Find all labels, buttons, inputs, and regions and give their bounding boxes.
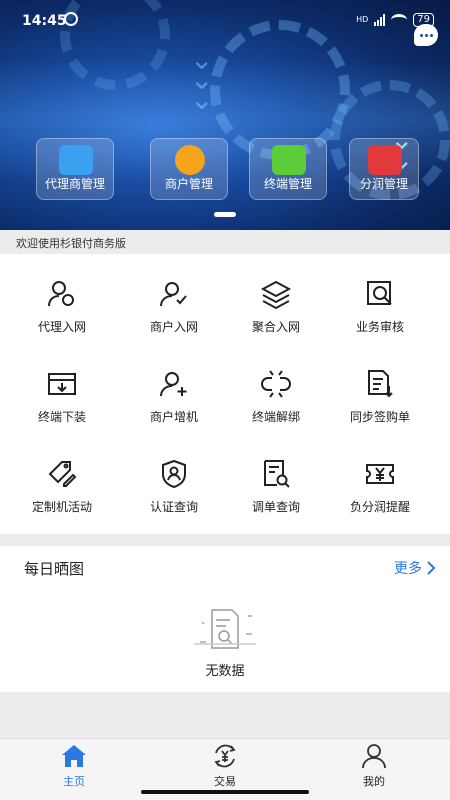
empty-data-icon xyxy=(194,609,256,649)
home-indicator[interactable] xyxy=(141,790,309,794)
signal-icon xyxy=(374,14,386,26)
agent-onboard-icon xyxy=(48,281,74,307)
grid-item-terminal-download[interactable]: 终端下装 xyxy=(6,344,118,434)
grid-item-merchant-onboard[interactable]: 商户入网 xyxy=(118,254,230,344)
document-search-icon xyxy=(264,460,290,488)
function-grid: 代理入网 商户入网 聚合入网 业务审核 终端下装 商户增机 终端解绑 同步签购单… xyxy=(0,254,450,534)
terminal-icon xyxy=(272,145,306,175)
grid-item-auth-query[interactable]: 认证查询 xyxy=(118,434,230,524)
tab-profile[interactable]: 我的 xyxy=(334,743,414,795)
more-link[interactable]: 更多 xyxy=(394,558,436,578)
profit-icon xyxy=(368,145,402,175)
banner-tile-profit[interactable]: 分润管理 xyxy=(349,138,419,200)
status-time: 14:45 xyxy=(22,13,67,29)
yen-exchange-icon xyxy=(214,744,236,768)
chevrons-decoration: ⌄ ⌄ ⌄ xyxy=(190,43,214,116)
daily-photos-section: 每日晒图 更多 无数据 xyxy=(0,546,450,692)
banner-tile-agents[interactable]: 代理商管理 xyxy=(36,138,114,200)
grid-item-negative-profit-alert[interactable]: 负分润提醒 xyxy=(324,434,436,524)
grid-item-terminal-unbind[interactable]: 终端解绑 xyxy=(220,344,332,434)
banner-page-indicator xyxy=(214,212,236,217)
download-box-icon xyxy=(48,373,76,395)
yen-ticket-icon xyxy=(366,464,394,484)
network-type: HD xyxy=(356,15,369,24)
wifi-icon xyxy=(391,14,408,26)
grid-item-sync-receipt[interactable]: 同步签购单 xyxy=(324,344,436,434)
tab-home[interactable]: 主页 xyxy=(34,743,114,795)
grid-item-agent-onboard[interactable]: 代理入网 xyxy=(6,254,118,344)
chat-icon[interactable] xyxy=(414,24,438,46)
banner-tile-merchants[interactable]: 商户管理 xyxy=(150,138,228,200)
section-title: 每日晒图 xyxy=(24,560,85,578)
user-add-icon xyxy=(160,372,187,397)
unlink-icon xyxy=(261,370,291,398)
home-icon xyxy=(62,745,86,767)
layers-icon xyxy=(260,280,292,310)
merchant-onboard-icon xyxy=(160,282,187,307)
tag-edit-icon xyxy=(48,461,77,487)
merchant-icon xyxy=(175,145,205,175)
grid-item-business-review[interactable]: 业务审核 xyxy=(324,254,436,344)
agents-icon xyxy=(59,145,93,175)
sync-document-icon xyxy=(368,370,393,398)
tab-transactions[interactable]: 交易 xyxy=(185,743,265,795)
review-search-icon xyxy=(367,281,392,305)
banner-tile-terminals[interactable]: 终端管理 xyxy=(249,138,327,200)
empty-text: 无数据 xyxy=(205,664,245,679)
shield-user-icon xyxy=(162,459,186,489)
grid-item-order-query[interactable]: 调单查询 xyxy=(220,434,332,524)
grid-item-aggregate-onboard[interactable]: 聚合入网 xyxy=(220,254,332,344)
welcome-text: 欢迎使用杉银付商务版 xyxy=(0,230,450,254)
grid-item-custom-device-event[interactable]: 定制机活动 xyxy=(6,434,118,524)
status-bar: 14:45 HD 79 xyxy=(0,0,450,44)
chevron-right-icon xyxy=(427,561,436,575)
alarm-icon xyxy=(64,12,78,26)
profile-icon xyxy=(362,744,386,769)
grid-item-merchant-add-device[interactable]: 商户增机 xyxy=(118,344,230,434)
